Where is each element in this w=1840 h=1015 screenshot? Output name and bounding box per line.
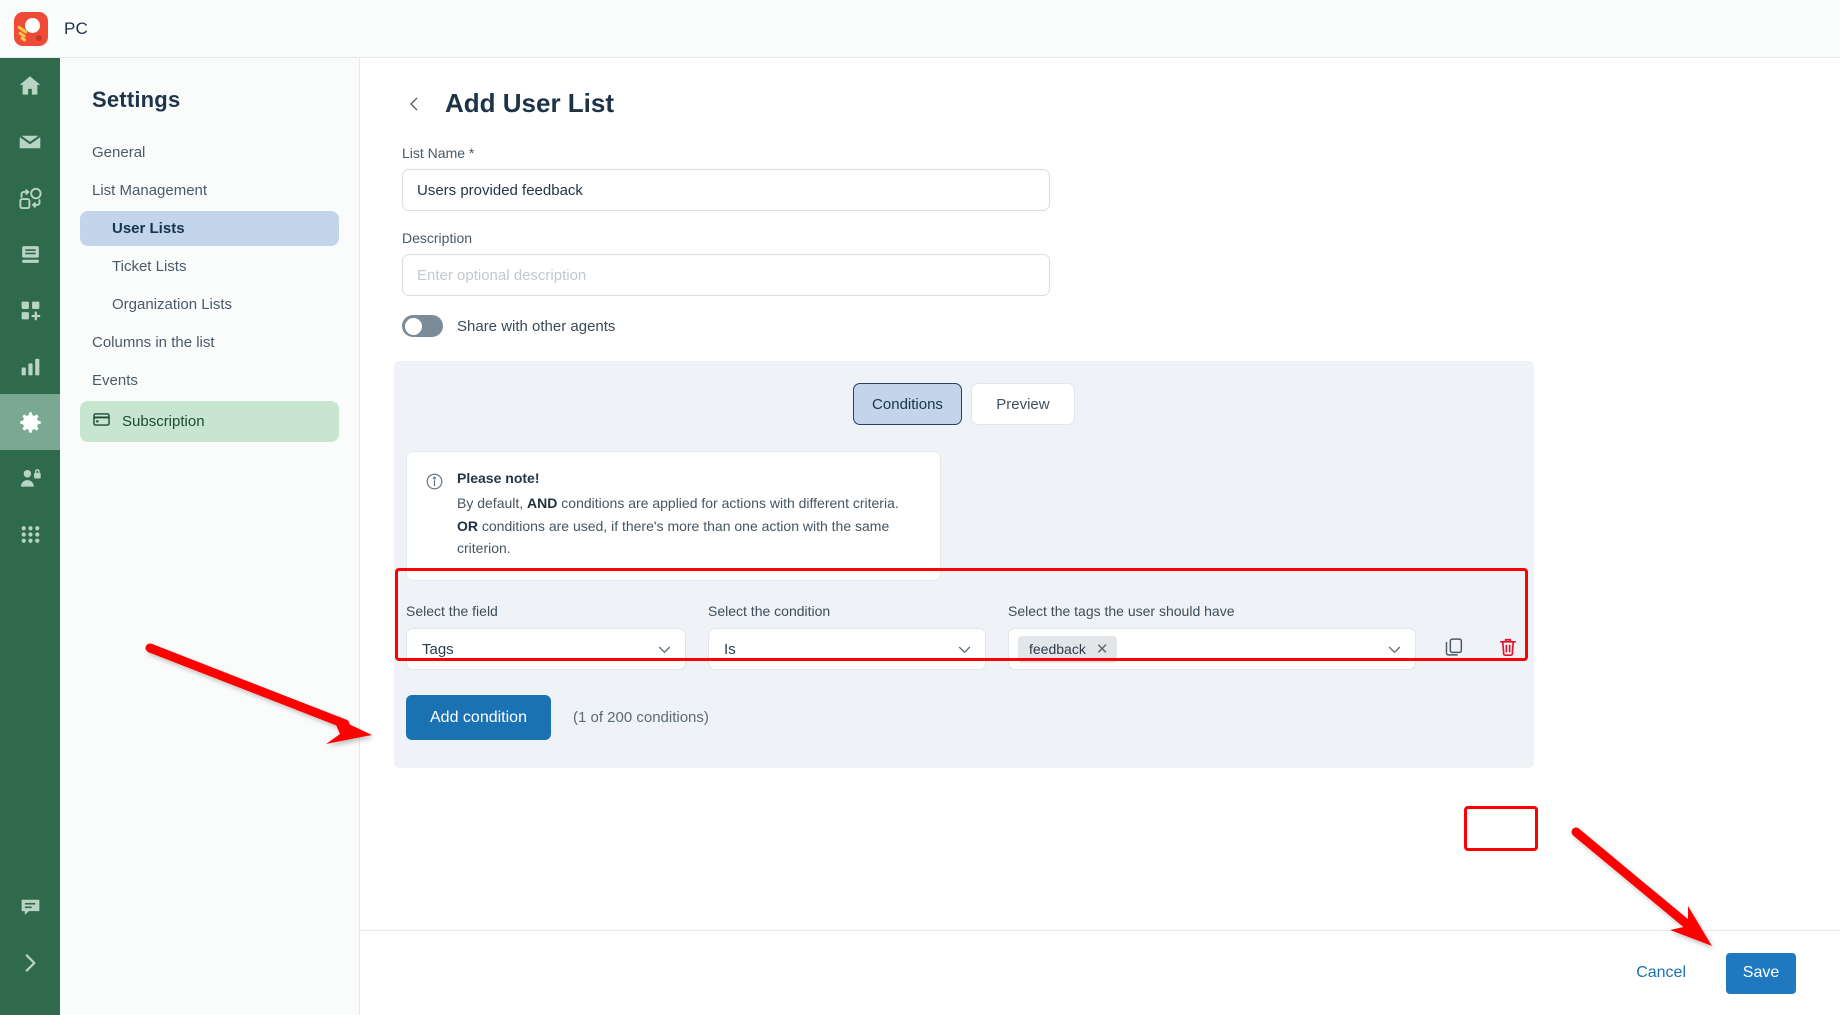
sidebar-item-columns-in-the-list[interactable]: Columns in the list: [80, 325, 339, 360]
please-note-title: Please note!: [457, 470, 540, 486]
sidebar-item-events[interactable]: Events: [80, 363, 339, 398]
toggle-knob: [405, 317, 422, 335]
share-toggle-row: Share with other agents: [402, 315, 1840, 337]
list-form: List Name * Description Share with other…: [360, 119, 1840, 337]
copy-icon: [1443, 636, 1465, 663]
add-condition-row: Add condition (1 of 200 conditions): [406, 695, 1534, 741]
rail-item-all-apps[interactable]: [0, 506, 60, 562]
rail-item-automation[interactable]: [0, 170, 60, 226]
please-note-box: Please note! By default, AND conditions …: [406, 451, 941, 582]
share-with-agents-toggle[interactable]: [402, 315, 443, 337]
chevron-left-icon[interactable]: [406, 92, 423, 116]
chevron-down-icon: [1386, 641, 1403, 658]
sidebar-item-list-management[interactable]: List Management: [80, 173, 339, 208]
list-name-input[interactable]: [402, 169, 1050, 211]
note-line1-bold: AND: [527, 495, 558, 511]
save-button[interactable]: Save: [1726, 952, 1796, 994]
rail-item-apps-add[interactable]: [0, 282, 60, 338]
please-note-text: Please note! By default, AND conditions …: [457, 470, 920, 560]
delete-condition-button[interactable]: [1492, 628, 1524, 670]
select-field-label: Select the field: [406, 603, 498, 620]
envelope-icon: [17, 129, 43, 155]
sidebar-item-organization-lists[interactable]: Organization Lists: [80, 287, 339, 322]
chevron-down-icon: [656, 641, 673, 658]
rail-item-reports[interactable]: [0, 338, 60, 394]
brand-name: PC: [64, 18, 89, 38]
chat-bubble-icon: [18, 895, 43, 920]
sidebar-item-ticket-lists[interactable]: Ticket Lists: [80, 249, 339, 284]
tags-select[interactable]: feedback ✕: [1008, 628, 1416, 671]
settings-panel-title: Settings: [92, 87, 181, 112]
note-line1-pre: By default,: [457, 495, 528, 511]
cancel-button[interactable]: Cancel: [1636, 964, 1686, 982]
condition-count-text: (1 of 200 conditions): [572, 709, 709, 727]
refresh-shapes-icon: [17, 185, 44, 212]
tab-preview[interactable]: Preview: [970, 383, 1075, 425]
list-name-label: List Name *: [402, 145, 475, 161]
card-tabs: Conditions Preview: [394, 383, 1534, 425]
page-title: Add User List: [445, 88, 615, 118]
app-root: PC Settings General List Management User…: [0, 0, 1840, 1015]
page-header: Add User List: [360, 58, 1840, 119]
note-line1-post: conditions are applied for actions with …: [557, 495, 899, 511]
chevron-down-icon: [956, 641, 973, 658]
tags-select-group: Select the tags the user should have fee…: [1008, 603, 1416, 671]
gear-icon: [17, 409, 44, 436]
sun-cloud-logo-icon: [14, 11, 48, 46]
condition-row: Select the field Tags Select the conditi…: [406, 603, 1534, 671]
trash-icon: [1497, 636, 1519, 663]
rail-item-expand[interactable]: [0, 935, 60, 991]
rail-item-chat[interactable]: [0, 879, 60, 935]
conditions-card: Conditions Preview Please note! By defau…: [394, 361, 1534, 769]
chevron-right-icon: [17, 950, 43, 976]
home-icon: [17, 73, 43, 99]
condition-select[interactable]: Is: [708, 628, 986, 671]
rail-item-settings[interactable]: [0, 394, 60, 450]
select-condition-label: Select the condition: [708, 603, 831, 620]
left-nav-rail: [0, 58, 60, 1015]
close-icon[interactable]: ✕: [1096, 642, 1109, 657]
description-label: Description: [402, 230, 473, 246]
select-tags-label: Select the tags the user should have: [1008, 603, 1235, 620]
sidebar-item-general[interactable]: General: [80, 135, 339, 170]
settings-nav-panel: Settings General List Management User Li…: [60, 58, 360, 1015]
top-bar: PC: [0, 0, 1840, 58]
note-line2-post: conditions are used, if there's more tha…: [457, 517, 890, 557]
rail-item-admin-access[interactable]: [0, 450, 60, 506]
sidebar-item-subscription-label: Subscription: [122, 413, 205, 430]
please-note-line-2: OR conditions are used, if there's more …: [457, 515, 920, 560]
info-circle-icon: [425, 472, 444, 560]
condition-select-group: Select the condition Is: [708, 603, 986, 671]
sidebar-item-user-lists[interactable]: User Lists: [80, 211, 339, 246]
duplicate-condition-button[interactable]: [1438, 628, 1470, 670]
database-icon: [18, 242, 43, 267]
grid-plus-icon: [18, 298, 43, 323]
description-field-block: Description: [402, 230, 1840, 296]
credit-card-icon: [92, 410, 111, 433]
list-name-field-block: List Name *: [402, 145, 1840, 211]
please-note-line-1: By default, AND conditions are applied f…: [457, 492, 920, 515]
tab-conditions[interactable]: Conditions: [853, 383, 962, 425]
main-content: Add User List List Name * Description Sh…: [360, 58, 1840, 1015]
share-toggle-label: Share with other agents: [457, 317, 616, 335]
rail-item-mail[interactable]: [0, 114, 60, 170]
field-select-group: Select the field Tags: [406, 603, 686, 671]
field-select-value: Tags: [422, 640, 454, 658]
bar-chart-icon: [18, 354, 43, 379]
sidebar-item-subscription[interactable]: Subscription: [80, 401, 339, 442]
rail-item-home[interactable]: [0, 58, 60, 114]
field-select[interactable]: Tags: [406, 628, 686, 671]
description-input[interactable]: [402, 254, 1050, 296]
dots-grid-icon: [18, 522, 43, 547]
tag-chip-label: feedback: [1029, 641, 1086, 658]
user-lock-icon: [18, 466, 43, 491]
add-condition-button[interactable]: Add condition: [406, 695, 551, 741]
condition-select-value: Is: [724, 640, 736, 658]
note-line2-bold: OR: [457, 517, 478, 534]
tag-chip[interactable]: feedback ✕: [1018, 635, 1118, 663]
rail-item-knowledge[interactable]: [0, 226, 60, 282]
footer-action-bar: Cancel Save: [360, 930, 1840, 1015]
